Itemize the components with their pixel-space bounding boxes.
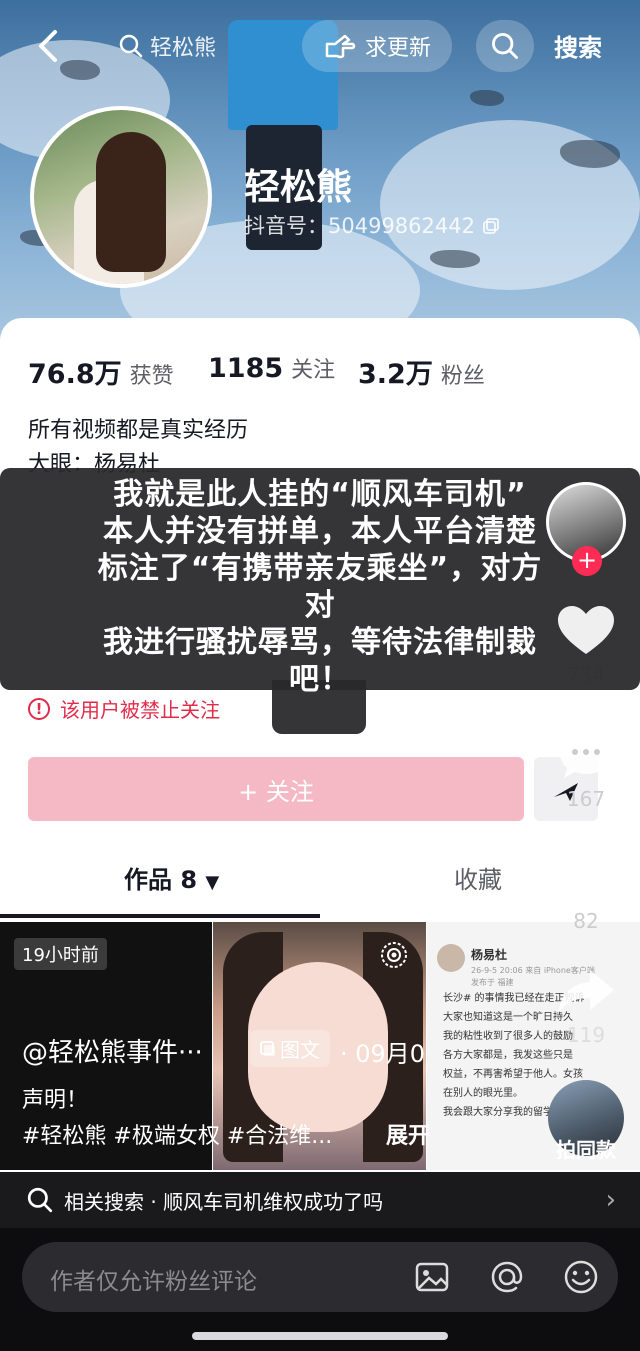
search-button[interactable]	[476, 20, 534, 72]
comment-input[interactable]: 作者仅允许粉丝评论	[22, 1242, 618, 1312]
request-update-button[interactable]: 求更新	[302, 20, 452, 72]
image-icon[interactable]	[414, 1259, 450, 1295]
expand-button[interactable]: 展开	[386, 1118, 430, 1150]
home-indicator	[192, 1332, 448, 1340]
caption-line: 我就是此人挂的“顺风车司机”	[113, 477, 527, 512]
related-search-text: 相关搜索 · 顺风车司机维权成功了吗	[64, 1189, 384, 1214]
tab-works-label: 作品 8	[124, 866, 198, 894]
douyin-id-text: 抖音号：50499862442	[244, 214, 475, 238]
copy-icon	[482, 218, 499, 234]
banned-notice-text: 该用户被禁止关注	[60, 698, 220, 722]
profile-name: 轻松熊	[244, 167, 353, 208]
post-type-label: 图文	[280, 1038, 320, 1062]
post-text: 声明！	[22, 1088, 89, 1113]
hand-icon	[325, 34, 356, 59]
warning-icon: !	[28, 697, 50, 720]
doc-line: 各方大家都是，我发这些只是	[443, 1050, 573, 1061]
active-tab-indicator	[0, 914, 320, 918]
caption-line: 吧！	[289, 662, 351, 697]
stat-value: 76.8万	[28, 359, 122, 390]
caret-down-icon: ▼	[205, 872, 220, 893]
stat-value: 3.2万	[358, 359, 433, 390]
like-button[interactable]: 734	[546, 604, 626, 687]
post-type-badge: 图文	[250, 1030, 330, 1067]
same-style-button[interactable]: 拍同款	[546, 1134, 626, 1163]
search-text: 轻松熊	[150, 36, 217, 61]
caption-text: 我就是此人挂的“顺风车司机” 本人并没有拼单，本人平台清楚 标注了“有携带亲友乘…	[0, 476, 640, 698]
comment-icon	[560, 730, 612, 778]
image-text-icon	[260, 1040, 275, 1056]
favorite-count: 82	[573, 909, 599, 933]
back-button[interactable]	[22, 20, 74, 72]
doc-line: 权益，不再害希望于他人。女孩	[443, 1069, 583, 1080]
stat-label: 粉丝	[440, 364, 485, 389]
stat-likes[interactable]: 76.8万 获赞	[28, 352, 174, 391]
follow-button[interactable]: + 关注	[28, 757, 524, 821]
search-icon	[492, 33, 518, 59]
live-photo-icon	[381, 942, 407, 968]
comment-button[interactable]: 167	[546, 726, 626, 811]
post-date: · 09月0	[340, 1040, 426, 1068]
caption-line: 我进行骚扰辱骂，等待法律制裁	[103, 625, 537, 660]
doc-name: 杨易杜	[471, 948, 508, 962]
share-count: 119	[566, 1023, 606, 1047]
caption-line: 对	[304, 588, 336, 623]
stat-following[interactable]: 1185 关注	[208, 352, 335, 384]
search-label[interactable]: 搜索	[554, 28, 602, 63]
douyin-id[interactable]: 抖音号：50499862442	[244, 210, 500, 240]
like-count: 734	[566, 663, 606, 687]
post-author[interactable]: @轻松熊事件···	[22, 1032, 203, 1069]
star-icon	[558, 848, 614, 901]
bio-line: 所有视频都是真实经历	[28, 418, 249, 443]
related-search-bar[interactable]: 相关搜索 · 顺风车司机维权成功了吗 ›	[0, 1172, 640, 1228]
stat-followers[interactable]: 3.2万 粉丝	[358, 352, 485, 391]
stat-value: 1185	[208, 353, 284, 384]
caption-line: 标注了“有携带亲友乘坐”，对方	[97, 551, 543, 586]
caption-line: 本人并没有拼单，本人平台清楚	[103, 514, 537, 549]
banned-notice: ! 该用户被禁止关注	[28, 694, 220, 723]
heart-icon	[558, 606, 614, 654]
tab-works[interactable]: 作品 8 ▼	[124, 860, 219, 895]
comment-count: 167	[566, 787, 606, 811]
profile-tabs: 作品 8 ▼ 收藏	[0, 860, 640, 918]
chevron-right-icon: ›	[605, 1185, 616, 1215]
share-icon	[558, 970, 614, 1014]
tab-favorites[interactable]: 收藏	[454, 860, 502, 895]
share-button[interactable]: 119	[546, 966, 626, 1047]
emoji-icon[interactable]	[562, 1258, 600, 1296]
post-time-badge: 19小时前	[14, 938, 107, 970]
comment-placeholder: 作者仅允许粉丝评论	[50, 1269, 257, 1295]
avatar[interactable]	[30, 106, 212, 288]
stat-label: 关注	[291, 358, 336, 383]
back-arrow-icon	[39, 30, 57, 62]
favorite-button[interactable]: 82	[546, 846, 626, 933]
follow-plus-icon[interactable]: +	[572, 546, 602, 576]
stat-label: 获赞	[129, 364, 174, 389]
mention-icon[interactable]	[488, 1258, 526, 1296]
search-icon	[119, 34, 143, 58]
search-box[interactable]: 轻松熊	[118, 30, 216, 62]
request-update-label: 求更新	[364, 36, 431, 61]
post-hashtags[interactable]: #轻松熊 #极端女权 #合法维...	[22, 1118, 332, 1150]
search-icon	[27, 1187, 53, 1213]
